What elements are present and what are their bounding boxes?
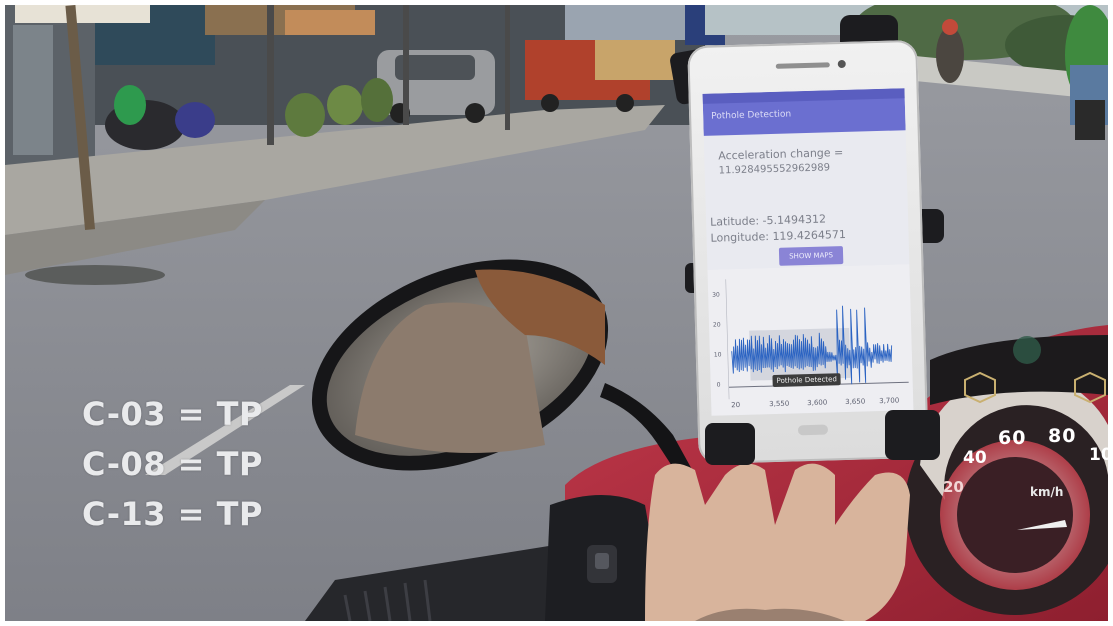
acceleration-value: 11.928495552962989 <box>718 162 831 177</box>
longitude-text: Longitude: 119.4264571 <box>710 227 847 245</box>
y-tick-label: 30 <box>712 291 720 299</box>
speedometer-unit: km/h <box>1030 485 1064 499</box>
speedometer-number: 100 <box>1089 445 1108 465</box>
overlay-label-line: C-13 = TP <box>82 495 263 533</box>
accelerometer-chart <box>707 264 914 416</box>
y-tick-label: 20 <box>712 321 721 329</box>
overlay-label-line: C-03 = TP <box>82 395 263 433</box>
latitude-text: Latitude: -5.1494312 <box>709 212 827 229</box>
y-tick-label: 10 <box>713 351 722 359</box>
x-tick-label: 3,700 <box>879 396 900 406</box>
speedometer-number: 20 <box>943 478 964 496</box>
speedometer-number: 80 <box>1048 425 1077 447</box>
phone-screen: Pothole Detection Acceleration change = … <box>702 88 914 416</box>
app-title: Pothole Detection <box>711 109 792 122</box>
y-tick-label: 0 <box>716 381 721 389</box>
smartphone: Pothole Detection Acceleration change = … <box>687 39 929 465</box>
video-frame: Pothole Detection Acceleration change = … <box>5 5 1108 621</box>
x-tick-label: 3,650 <box>845 397 866 407</box>
overlay-label-line: C-08 = TP <box>82 445 263 483</box>
x-tick-label: 3,600 <box>807 398 828 408</box>
speedometer-number: 60 <box>998 427 1027 449</box>
pothole-detected-toast: Pothole Detected <box>772 373 842 388</box>
phone-mount-bottom-left <box>705 423 755 465</box>
app-bar: Pothole Detection <box>702 88 906 136</box>
show-maps-button[interactable]: SHOW MAPS <box>778 246 844 266</box>
acceleration-label: Acceleration change = <box>718 145 844 163</box>
home-button <box>797 424 829 436</box>
x-tick-label: 3,550 <box>769 399 790 409</box>
distant-rider <box>936 27 964 83</box>
phone-mount-bottom-right <box>885 410 940 460</box>
x-tick-label: 20 <box>731 400 741 410</box>
speedometer-number: 40 <box>963 448 987 468</box>
